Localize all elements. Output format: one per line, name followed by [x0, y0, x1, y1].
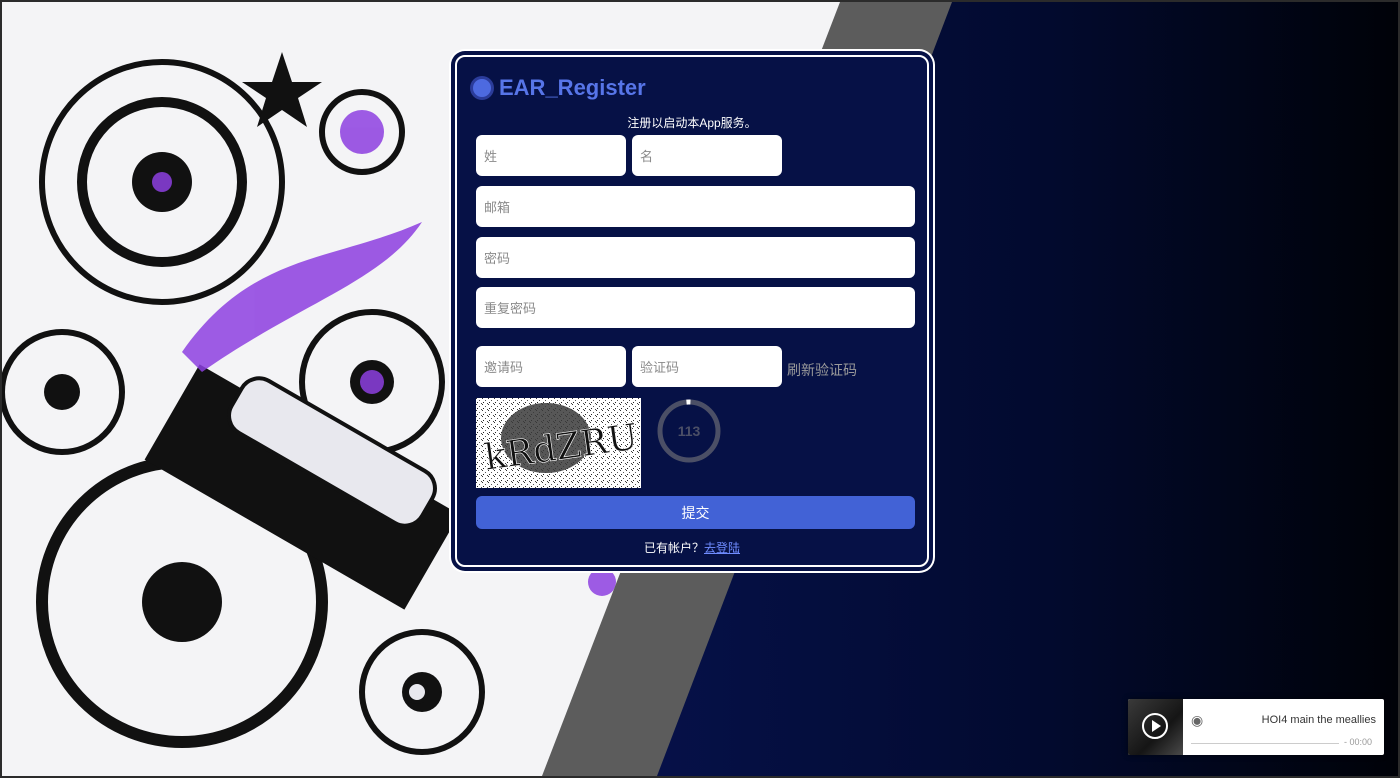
netease-music-icon: ◉ — [1191, 712, 1204, 728]
track-title: HOI4 main the meallies — [1261, 714, 1376, 726]
invite-code-input[interactable]: 邀请码 — [476, 346, 626, 387]
repeat-password-input[interactable]: 重复密码 — [476, 287, 915, 328]
password-placeholder: 密码 — [484, 251, 511, 266]
first-name-placeholder: 名 — [640, 149, 654, 164]
countdown-timer: 113 — [656, 398, 722, 464]
page-title: EAR_Register — [499, 75, 646, 100]
email-input[interactable]: 邮箱 — [476, 186, 915, 227]
countdown-value: 113 — [677, 423, 701, 439]
last-name-placeholder: 姓 — [484, 149, 498, 164]
captcha-image[interactable]: kRdZRU — [476, 398, 641, 488]
page-subtitle: 注册以启动本App服务。 — [627, 116, 757, 130]
play-button-icon[interactable] — [1142, 713, 1168, 739]
progress-bar[interactable] — [1191, 743, 1339, 744]
album-cover — [1128, 699, 1183, 755]
title-row: EAR_Register — [473, 75, 646, 101]
captcha-placeholder: 验证码 — [640, 360, 680, 375]
page-background: EAR_Register 注册以启动本App服务。 姓 名 邮箱 密码 重复密码… — [2, 2, 1398, 776]
have-account-text: 已有帐户？ — [643, 541, 704, 555]
logo-icon — [473, 79, 491, 97]
login-prompt: 已有帐户？去登陆 — [457, 539, 927, 556]
music-player: ◉ HOI4 main the meallies - 00:00 — [1128, 699, 1384, 755]
last-name-input[interactable]: 姓 — [476, 135, 626, 176]
invite-code-placeholder: 邀请码 — [484, 360, 524, 375]
login-link[interactable]: 去登陆 — [704, 541, 740, 555]
register-card: EAR_Register 注册以启动本App服务。 姓 名 邮箱 密码 重复密码… — [455, 55, 929, 567]
submit-button[interactable]: 提交 — [476, 496, 915, 529]
track-time: - 00:00 — [1344, 737, 1373, 747]
repeat-password-placeholder: 重复密码 — [484, 301, 537, 316]
first-name-input[interactable]: 名 — [632, 135, 782, 176]
email-placeholder: 邮箱 — [484, 200, 511, 215]
password-input[interactable]: 密码 — [476, 237, 915, 278]
captcha-input[interactable]: 验证码 — [632, 346, 782, 387]
refresh-captcha-link[interactable]: 刷新验证码 — [787, 360, 857, 380]
